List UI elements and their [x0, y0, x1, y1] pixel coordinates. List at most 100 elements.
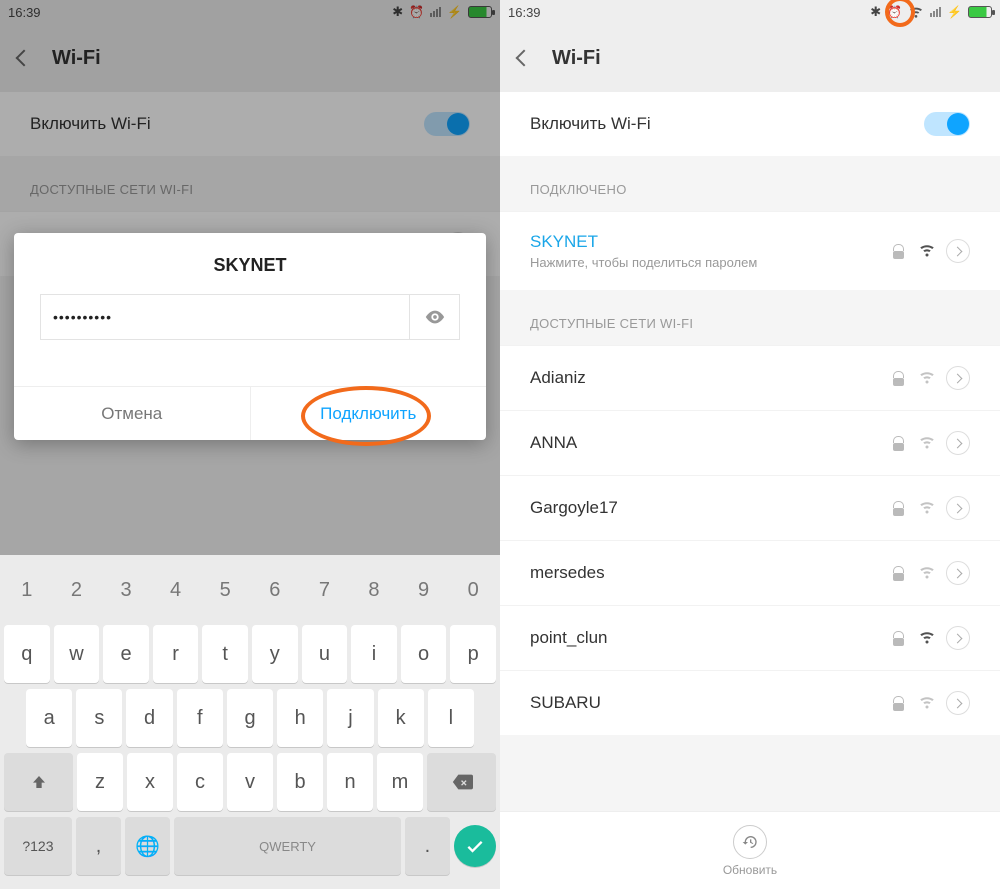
- key-t[interactable]: t: [202, 625, 248, 683]
- key-m[interactable]: m: [377, 753, 423, 811]
- status-bar: 16:39 ✱ ⏰ ⚡: [500, 0, 1000, 24]
- wifi-signal-icon: [918, 566, 936, 580]
- key-l[interactable]: l: [428, 689, 474, 747]
- key-g[interactable]: g: [227, 689, 273, 747]
- key-q[interactable]: q: [4, 625, 50, 683]
- network-details-button[interactable]: [946, 626, 970, 650]
- lock-icon: [893, 244, 904, 258]
- wifi-toggle[interactable]: [924, 112, 970, 136]
- keyboard: 1 2 3 4 5 6 7 8 9 0 q w e r t y u i o p …: [0, 555, 500, 889]
- key-j[interactable]: j: [327, 689, 373, 747]
- lock-icon: [893, 436, 904, 450]
- wifi-signal-icon: [918, 696, 936, 710]
- network-row[interactable]: Adianiz: [500, 345, 1000, 410]
- network-row[interactable]: SUBARU: [500, 670, 1000, 735]
- key-period[interactable]: .: [405, 817, 450, 875]
- key-2[interactable]: 2: [54, 561, 100, 619]
- key-comma[interactable]: ,: [76, 817, 121, 875]
- key-space[interactable]: QWERTY: [174, 817, 400, 875]
- key-enter[interactable]: [454, 825, 496, 867]
- check-icon: [465, 836, 485, 856]
- key-5[interactable]: 5: [202, 561, 248, 619]
- wifi-signal-icon: [918, 371, 936, 385]
- key-f[interactable]: f: [177, 689, 223, 747]
- key-c[interactable]: c: [177, 753, 223, 811]
- network-name: mersedes: [530, 563, 893, 583]
- wifi-signal-icon: [918, 436, 936, 450]
- network-name: SKYNET: [530, 232, 893, 252]
- key-o[interactable]: o: [401, 625, 447, 683]
- key-9[interactable]: 9: [401, 561, 447, 619]
- key-8[interactable]: 8: [351, 561, 397, 619]
- key-6[interactable]: 6: [252, 561, 298, 619]
- key-e[interactable]: e: [103, 625, 149, 683]
- key-p[interactable]: p: [450, 625, 496, 683]
- refresh-button[interactable]: [733, 825, 767, 859]
- network-details-button[interactable]: [946, 431, 970, 455]
- network-row[interactable]: ANNA: [500, 410, 1000, 475]
- refresh-label: Обновить: [723, 863, 777, 877]
- key-u[interactable]: u: [302, 625, 348, 683]
- refresh-footer: Обновить: [500, 811, 1000, 889]
- network-name: SUBARU: [530, 693, 893, 713]
- wifi-password-dialog: SKYNET Отмена Подключить: [14, 233, 486, 440]
- lock-icon: [893, 501, 904, 515]
- key-shift[interactable]: [4, 753, 73, 811]
- network-details-button[interactable]: [946, 239, 970, 263]
- network-row[interactable]: Gargoyle17: [500, 475, 1000, 540]
- lock-icon: [893, 566, 904, 580]
- key-1[interactable]: 1: [4, 561, 50, 619]
- network-details-button[interactable]: [946, 496, 970, 520]
- network-details-button[interactable]: [946, 691, 970, 715]
- network-name: point_clun: [530, 628, 893, 648]
- enable-wifi-row[interactable]: Включить Wi-Fi: [500, 92, 1000, 156]
- key-7[interactable]: 7: [302, 561, 348, 619]
- clock: 16:39: [508, 5, 541, 20]
- key-r[interactable]: r: [153, 625, 199, 683]
- key-b[interactable]: b: [277, 753, 323, 811]
- cancel-button[interactable]: Отмена: [14, 387, 250, 440]
- key-backspace[interactable]: [427, 753, 496, 811]
- network-row[interactable]: point_clun: [500, 605, 1000, 670]
- key-k[interactable]: k: [378, 689, 424, 747]
- network-name: Adianiz: [530, 368, 893, 388]
- lock-icon: [893, 631, 904, 645]
- key-z[interactable]: z: [77, 753, 123, 811]
- network-details-button[interactable]: [946, 561, 970, 585]
- page-title: Wi-Fi: [552, 47, 601, 70]
- key-h[interactable]: h: [277, 689, 323, 747]
- key-4[interactable]: 4: [153, 561, 199, 619]
- network-details-button[interactable]: [946, 366, 970, 390]
- lock-icon: [893, 371, 904, 385]
- wifi-signal-icon: [918, 631, 936, 645]
- back-icon[interactable]: [516, 50, 533, 67]
- key-s[interactable]: s: [76, 689, 122, 747]
- wifi-signal-icon: [918, 244, 936, 258]
- connected-network-row[interactable]: SKYNET Нажмите, чтобы поделиться паролем: [500, 211, 1000, 290]
- show-password-button[interactable]: [410, 294, 460, 340]
- alarm-off-icon: ⏰: [887, 5, 902, 19]
- eye-icon: [424, 306, 446, 328]
- key-w[interactable]: w: [54, 625, 100, 683]
- globe-icon: 🌐: [135, 834, 160, 859]
- history-icon: [742, 834, 758, 850]
- key-3[interactable]: 3: [103, 561, 149, 619]
- key-mode[interactable]: ?123: [4, 817, 72, 875]
- key-n[interactable]: n: [327, 753, 373, 811]
- key-globe[interactable]: 🌐: [125, 817, 170, 875]
- network-name: ANNA: [530, 433, 893, 453]
- key-d[interactable]: d: [126, 689, 172, 747]
- network-row[interactable]: mersedes: [500, 540, 1000, 605]
- key-y[interactable]: y: [252, 625, 298, 683]
- password-input[interactable]: [40, 294, 410, 340]
- header: Wi-Fi: [500, 24, 1000, 92]
- key-i[interactable]: i: [351, 625, 397, 683]
- signal-icon: [930, 7, 941, 17]
- key-x[interactable]: x: [127, 753, 173, 811]
- connect-button[interactable]: Подключить: [250, 387, 487, 440]
- network-name: Gargoyle17: [530, 498, 893, 518]
- key-a[interactable]: a: [26, 689, 72, 747]
- key-0[interactable]: 0: [450, 561, 496, 619]
- key-v[interactable]: v: [227, 753, 273, 811]
- battery-icon: [968, 6, 992, 18]
